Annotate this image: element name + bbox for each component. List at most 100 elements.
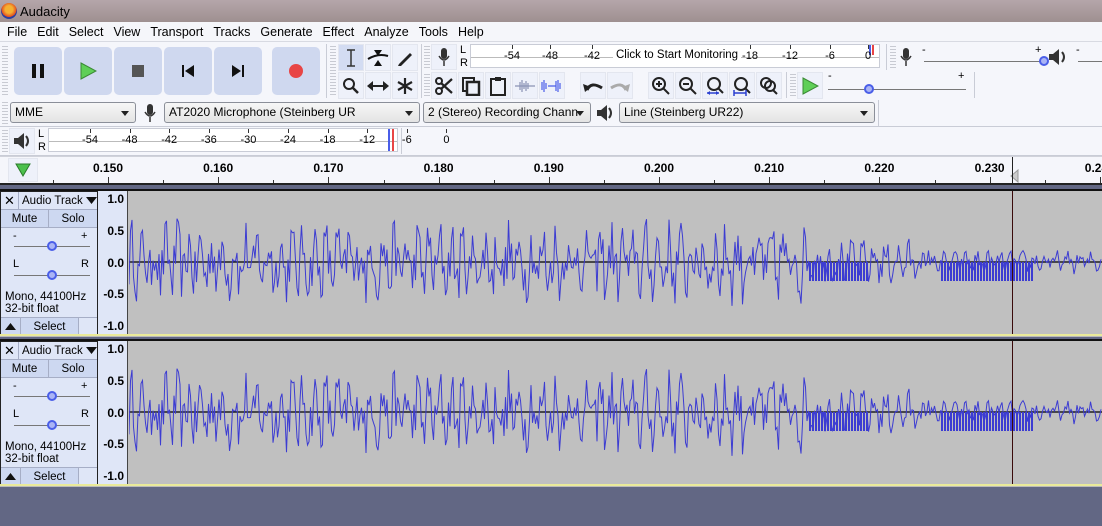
playback-meter-grip[interactable] bbox=[2, 130, 8, 152]
cut-button[interactable] bbox=[431, 72, 457, 99]
sample-bar bbox=[944, 412, 946, 431]
start-monitoring-prompt[interactable]: Click to Start Monitoring bbox=[613, 49, 742, 61]
menu-transport[interactable]: Transport bbox=[145, 22, 208, 42]
gain-slider[interactable] bbox=[14, 389, 90, 403]
timeline-ruler[interactable]: 0.150 0.160 0.170 0.180 0.190 0.200 0.210 0.220… bbox=[0, 156, 1102, 184]
audio-host-select[interactable]: MME bbox=[10, 102, 136, 123]
redo-icon bbox=[610, 83, 630, 92]
timeline-options-button[interactable] bbox=[8, 158, 38, 182]
paste-button[interactable] bbox=[485, 72, 511, 99]
multi-tool-button[interactable] bbox=[392, 72, 418, 99]
select-track-button[interactable]: Select bbox=[21, 468, 79, 485]
recording-channels-select[interactable]: 2 (Stereo) Recording Chann bbox=[423, 102, 591, 123]
recording-device-select[interactable]: AT2020 Microphone (Steinberg UR bbox=[164, 102, 420, 123]
zoom-out-button[interactable] bbox=[675, 72, 701, 99]
track-menu-button[interactable]: Audio Track bbox=[19, 192, 97, 209]
sample-bar bbox=[827, 262, 829, 281]
zoom-toggle-button[interactable] bbox=[756, 72, 782, 99]
record-meter-grip[interactable] bbox=[424, 46, 430, 68]
pause-button[interactable] bbox=[14, 47, 62, 95]
menu-analyze[interactable]: Analyze bbox=[359, 22, 413, 42]
skip-to-start-button[interactable] bbox=[164, 47, 212, 95]
menu-effect[interactable]: Effect bbox=[318, 22, 360, 42]
fit-selection-icon bbox=[707, 76, 724, 95]
waveform[interactable] bbox=[129, 191, 1102, 336]
menu-bar: File Edit Select View Transport Tracks Generat… bbox=[0, 22, 1102, 42]
record-volume-slider[interactable] bbox=[924, 54, 1049, 68]
edit-toolbar-grip[interactable] bbox=[424, 74, 430, 96]
zoom-in-button[interactable] bbox=[648, 72, 674, 99]
chevron-down-icon bbox=[121, 111, 129, 116]
draw-tool-button[interactable] bbox=[392, 44, 418, 71]
menu-tracks[interactable]: Tracks bbox=[208, 22, 255, 42]
play-icon bbox=[80, 62, 97, 80]
chevron-down-icon bbox=[85, 347, 97, 354]
sample-bar bbox=[1007, 412, 1009, 431]
redo-button[interactable] bbox=[607, 72, 633, 99]
mute-button[interactable]: Mute bbox=[1, 210, 49, 227]
menu-tools[interactable]: Tools bbox=[414, 22, 453, 42]
track-menu-button[interactable]: Audio Track bbox=[19, 342, 97, 359]
collapse-track-button[interactable] bbox=[1, 468, 21, 485]
transport-toolbar-grip[interactable] bbox=[2, 46, 8, 96]
time-shift-tool-button[interactable] bbox=[365, 72, 391, 99]
menu-generate[interactable]: Generate bbox=[255, 22, 317, 42]
record-button[interactable] bbox=[272, 47, 320, 95]
fit-project-button[interactable] bbox=[729, 72, 755, 99]
playback-volume-slider[interactable] bbox=[1078, 54, 1102, 68]
envelope-tool-button[interactable] bbox=[365, 44, 391, 71]
pan-slider[interactable] bbox=[14, 268, 90, 282]
fit-selection-button[interactable] bbox=[702, 72, 728, 99]
scale-label: 0.0 bbox=[107, 405, 124, 420]
record-meter-button[interactable] bbox=[431, 44, 457, 70]
playback-meter-button[interactable] bbox=[9, 128, 35, 154]
sample-bar bbox=[995, 412, 997, 431]
menu-file[interactable]: File bbox=[2, 22, 32, 42]
mute-button[interactable]: Mute bbox=[1, 360, 49, 377]
playback-meter[interactable]: -54 -48 -42 -36 -30 -24 -18 -12 -6 0 bbox=[48, 128, 449, 152]
stop-button[interactable] bbox=[114, 47, 162, 95]
pencil-icon bbox=[398, 52, 412, 66]
audio-track[interactable]: ✕ Audio Track Mute Solo - + L R Mono, 44… bbox=[0, 339, 1102, 486]
menu-select[interactable]: Select bbox=[64, 22, 109, 42]
close-track-button[interactable]: ✕ bbox=[1, 192, 19, 209]
menu-edit[interactable]: Edit bbox=[32, 22, 64, 42]
track-separator[interactable] bbox=[0, 334, 1102, 337]
tools-toolbar-grip[interactable] bbox=[330, 46, 336, 96]
close-track-button[interactable]: ✕ bbox=[1, 342, 19, 359]
track-format: Mono, 44100Hz bbox=[5, 291, 87, 303]
copy-button[interactable] bbox=[458, 72, 484, 99]
play-at-speed-grip[interactable] bbox=[790, 74, 796, 96]
stop-icon bbox=[132, 65, 144, 77]
menu-view[interactable]: View bbox=[108, 22, 145, 42]
trim-button[interactable] bbox=[512, 72, 538, 99]
menu-help[interactable]: Help bbox=[453, 22, 489, 42]
track-name: Audio Track bbox=[22, 344, 83, 357]
record-meter[interactable]: Click to Start Monitoring -54 -48 -42 -18 -1… bbox=[470, 44, 880, 68]
sample-bar bbox=[848, 412, 850, 431]
ruler-tick-label: 0.200 bbox=[643, 161, 675, 175]
sample-bar bbox=[863, 262, 865, 281]
solo-button[interactable]: Solo bbox=[49, 360, 97, 377]
play-speed-slider[interactable] bbox=[828, 82, 966, 96]
pan-slider[interactable] bbox=[14, 418, 90, 432]
select-track-button[interactable]: Select bbox=[21, 318, 79, 335]
solo-button[interactable]: Solo bbox=[49, 210, 97, 227]
track-separator[interactable] bbox=[0, 484, 1102, 487]
audio-track[interactable]: ✕ Audio Track Mute Solo - + L R Mono, 44… bbox=[0, 189, 1102, 336]
selection-tool-button[interactable] bbox=[338, 44, 364, 71]
zoom-tool-button[interactable] bbox=[338, 72, 364, 99]
undo-button[interactable] bbox=[580, 72, 606, 99]
play-button[interactable] bbox=[64, 47, 112, 95]
waveform[interactable] bbox=[129, 341, 1102, 486]
collapse-track-button[interactable] bbox=[1, 318, 21, 335]
mixer-toolbar-grip[interactable] bbox=[890, 46, 896, 68]
play-at-speed-button[interactable] bbox=[797, 72, 823, 99]
silence-button[interactable] bbox=[539, 72, 565, 99]
envelope-icon bbox=[367, 49, 389, 66]
skip-to-end-button[interactable] bbox=[214, 47, 262, 95]
playback-device-select[interactable]: Line (Steinberg UR22) bbox=[619, 102, 875, 123]
gain-slider[interactable] bbox=[14, 239, 90, 253]
device-toolbar-grip[interactable] bbox=[2, 102, 8, 124]
sample-bar bbox=[1004, 262, 1006, 281]
